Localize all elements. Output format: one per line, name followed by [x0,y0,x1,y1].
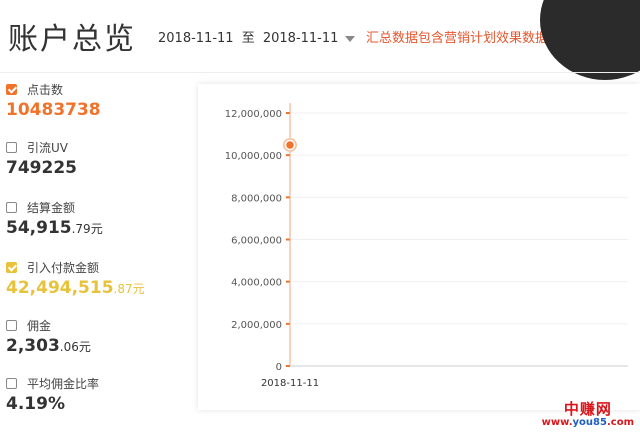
x-tick-label: 2018-11-11 [261,378,319,389]
metric-value: 42,494,515.87元 [6,278,145,298]
metric-settlement[interactable]: 结算金额 54,915.79元 [6,198,196,238]
date-end[interactable]: 2018-11-11 [263,31,339,46]
y-tick-label: 2,000,000 [231,320,282,331]
date-separator: 至 [241,31,255,46]
metric-label: 引流UV [27,140,68,155]
payment-checkbox[interactable] [6,261,17,273]
uv-checkbox[interactable] [6,141,17,153]
y-tick-label: 4,000,000 [231,278,282,289]
y-tick-label: 8,000,000 [231,193,282,204]
metric-value: 2,303.06元 [6,336,91,356]
metric-value: 10483738 [6,100,101,120]
watermark-logo: 中赚网 www.you85.com [541,399,634,428]
trend-chart: 12,000,000 10,000,000 8,000,000 6,000,000 4,… [225,103,628,389]
metric-commission[interactable]: 佣金 2,303.06元 [6,316,196,356]
y-tick-label: 10,000,000 [225,151,282,162]
y-tick-label: 0 [276,362,282,373]
avg-rate-checkbox[interactable] [6,377,17,389]
metric-avg-rate[interactable]: 平均佣金比率 4.19% [6,374,196,414]
date-range-picker[interactable]: 2018-11-11 至 2018-11-11 [158,27,355,46]
watermark-url: www.you85.com [541,417,634,428]
metric-value: 54,915.79元 [6,218,103,238]
metric-label: 点击数 [27,82,64,97]
date-start[interactable]: 2018-11-11 [158,31,234,46]
corner-decoration [540,0,640,80]
metric-clicks[interactable]: 点击数 10483738 [6,80,196,120]
metric-label: 结算金额 [27,200,76,215]
commission-checkbox[interactable] [6,319,17,331]
chevron-down-icon[interactable] [344,35,355,42]
header-divider [0,72,640,73]
header: 账户总览 2018-11-11 至 2018-11-11 汇总数据包含营销计划效… [0,0,640,80]
y-tick-label: 12,000,000 [225,109,282,120]
data-notice: 汇总数据包含营销计划效果数据 [366,31,549,46]
metric-uv[interactable]: 引流UV 749225 [6,138,196,178]
metric-label: 平均佣金比率 [27,376,100,391]
page-title: 账户总览 [8,22,136,57]
metric-payment[interactable]: 引入付款金额 42,494,515.87元 [6,258,196,298]
data-point [284,139,296,151]
metric-value: 4.19% [6,394,65,414]
metric-label: 佣金 [27,318,52,333]
chart-panel: 12,000,000 10,000,000 8,000,000 6,000,000 4,… [198,84,640,410]
metric-value: 749225 [6,158,77,178]
y-tick-label: 6,000,000 [231,236,282,247]
clicks-checkbox[interactable] [6,83,17,95]
metric-label: 引入付款金额 [27,260,100,275]
watermark-title: 中赚网 [563,399,612,418]
settlement-checkbox[interactable] [6,201,17,213]
